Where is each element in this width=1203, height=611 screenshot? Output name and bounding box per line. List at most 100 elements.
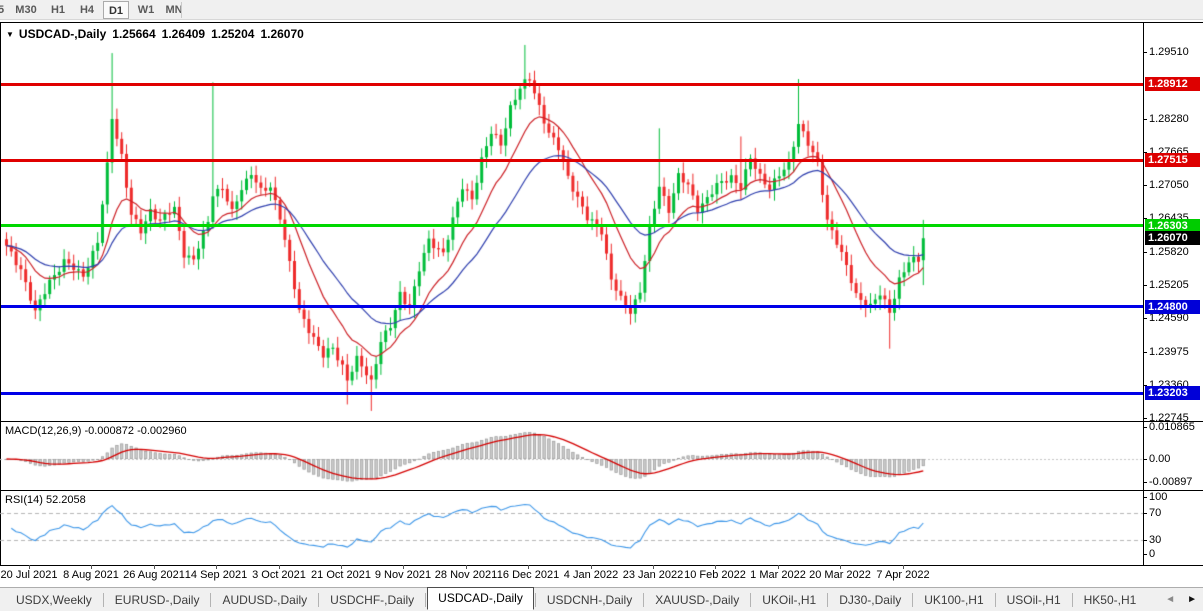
chart-tabs: USDX,WeeklyEURUSD-,DailyAUDUSD-,DailyUSD… [6, 588, 1146, 611]
ohlc-low: 1.25204 [211, 27, 254, 41]
date-label: 21 Oct 2021 [311, 569, 371, 581]
tab-separator [103, 593, 104, 607]
terminal-window: 5 M30 H1 H4 D1 W1 MN ▼ USDCAD-,Daily 1.256… [0, 0, 1203, 611]
tab-scroll-left-icon[interactable]: ◄ [1165, 594, 1175, 605]
date-label: 8 Aug 2021 [63, 569, 119, 581]
date-axis[interactable]: 20 Jul 2021 8 Aug 2021 26 Aug 202114 Sep 2… [0, 566, 1203, 587]
date-label: 10 Feb 2022 [684, 569, 746, 581]
price-tick-label: 1.25205 [1149, 279, 1189, 291]
price-badge: 1.24800 [1145, 300, 1200, 314]
tab-usdchf-daily[interactable]: USDCHF-,Daily [320, 590, 424, 610]
price-tick-mark [1143, 285, 1147, 286]
tab-hk50-h1[interactable]: HK50-,H1 [1074, 590, 1147, 610]
timeframe-button-h4[interactable]: H4 [75, 1, 99, 19]
date-label: 20 Mar 2022 [809, 569, 871, 581]
ohlc-close: 1.26070 [260, 27, 303, 41]
timeframe-button-d1[interactable]: D1 [103, 1, 129, 19]
macd-axis-label: 0.00 [1149, 453, 1170, 465]
tab-separator [643, 593, 644, 607]
timeframe-button-m30[interactable]: M30 [11, 1, 41, 19]
tab-separator [827, 593, 828, 607]
chart-tab-bar: USDX,WeeklyEURUSD-,DailyAUDUSD-,DailyUSD… [0, 587, 1203, 611]
tab-scroll-arrows: ◄ ► [1165, 594, 1197, 605]
price-axis-border [1143, 22, 1144, 565]
level-line-resistance[interactable] [1, 83, 1143, 86]
tab-separator [210, 593, 211, 607]
rsi-axis-tick [1143, 497, 1147, 498]
macd-axis-tick [1143, 459, 1147, 460]
date-label: 16 Dec 2021 [497, 569, 559, 581]
tab-usdx-weekly[interactable]: USDX,Weekly [6, 590, 102, 610]
ohlc-high: 1.26409 [162, 27, 205, 41]
date-label: 4 Jan 2022 [564, 569, 618, 581]
rsi-label: RSI(14) 52.2058 [5, 494, 86, 506]
tab-separator [1072, 593, 1073, 607]
chart-dropdown-icon[interactable]: ▼ [6, 30, 14, 39]
price-tick-label: 1.25820 [1149, 246, 1189, 258]
tab-uk100-h1[interactable]: UK100-,H1 [914, 590, 993, 610]
timeframe-button-mn[interactable]: MN [160, 1, 188, 19]
level-line-support[interactable] [1, 305, 1143, 308]
tab-separator [425, 593, 426, 607]
tab-audusd-daily[interactable]: AUDUSD-,Daily [212, 590, 317, 610]
macd-axis-tick [1143, 482, 1147, 483]
price-chart-surface[interactable] [0, 22, 1143, 421]
level-line-resistance[interactable] [1, 159, 1143, 162]
price-tick-mark [1143, 185, 1147, 186]
macd-label: MACD(12,26,9) -0.000872 -0.002960 [5, 425, 187, 437]
date-label: 9 Nov 2021 [375, 569, 431, 581]
date-label: 7 Apr 2022 [876, 569, 929, 581]
price-tick-label: 1.28280 [1149, 113, 1189, 125]
level-line-support[interactable] [1, 392, 1143, 395]
timeframe-button-h1[interactable]: H1 [46, 1, 70, 19]
rsi-axis-label: 0 [1149, 548, 1155, 560]
tab-separator [535, 593, 536, 607]
tab-separator [318, 593, 319, 607]
chart-title: ▼ USDCAD-,Daily 1.25664 1.26409 1.25204 1.260… [6, 27, 304, 41]
level-line-pivot[interactable] [1, 224, 1143, 227]
rsi-panel-divider[interactable] [0, 490, 1203, 491]
tab-usoil-h1[interactable]: USOil-,H1 [997, 590, 1071, 610]
tab-separator [912, 593, 913, 607]
tab-scroll-right-icon[interactable]: ► [1187, 594, 1197, 605]
macd-panel-divider[interactable] [0, 421, 1203, 422]
tab-separator [750, 593, 751, 607]
date-label: 20 Jul 2021 [1, 569, 58, 581]
price-tick-label: 1.22745 [1149, 412, 1189, 424]
tab-usdcnh-daily[interactable]: USDCNH-,Daily [537, 590, 642, 610]
date-label: 23 Jan 2022 [623, 569, 684, 581]
date-label: 3 Oct 2021 [252, 569, 306, 581]
chart-symbol-label: USDCAD-,Daily [19, 27, 106, 41]
price-tick-mark [1143, 252, 1147, 253]
rsi-axis-tick [1143, 554, 1147, 555]
rsi-axis-tick [1143, 540, 1147, 541]
tab-eurusd-daily[interactable]: EURUSD-,Daily [105, 590, 210, 610]
date-label: 26 Aug 2021 [123, 569, 185, 581]
price-badge: 1.28912 [1145, 77, 1200, 91]
tab-usdcad-daily[interactable]: USDCAD-,Daily [427, 587, 534, 610]
tab-separator [995, 593, 996, 607]
tab-xauusd-daily[interactable]: XAUUSD-,Daily [645, 590, 749, 610]
ohlc-open: 1.25664 [112, 27, 155, 41]
price-tick-label: 1.27050 [1149, 179, 1189, 191]
price-tick-mark [1143, 119, 1147, 120]
price-tick-mark [1143, 418, 1147, 419]
price-badge: 1.26070 [1145, 231, 1200, 245]
tab-ukoil-h1[interactable]: UKOil-,H1 [752, 590, 826, 610]
timeframe-button-m5[interactable]: 5 [0, 1, 7, 19]
macd-axis-tick [1143, 427, 1147, 428]
price-badge: 1.23203 [1145, 386, 1200, 400]
rsi-chart-surface[interactable] [0, 492, 1143, 564]
price-tick-label: 1.23975 [1149, 346, 1189, 358]
date-label: 14 Sep 2021 [185, 569, 247, 581]
price-tick-mark [1143, 318, 1147, 319]
price-tick-mark [1143, 352, 1147, 353]
tab-dj30-daily[interactable]: DJ30-,Daily [829, 590, 911, 610]
rsi-axis-label: 30 [1149, 534, 1161, 546]
rsi-axis-label: 100 [1149, 491, 1167, 503]
timeframe-toolbar: 5 M30 H1 H4 D1 W1 MN [0, 0, 1203, 20]
price-tick-mark [1143, 52, 1147, 53]
timeframe-button-w1[interactable]: W1 [133, 1, 159, 19]
date-label: 1 Mar 2022 [750, 569, 806, 581]
rsi-axis-tick [1143, 513, 1147, 514]
